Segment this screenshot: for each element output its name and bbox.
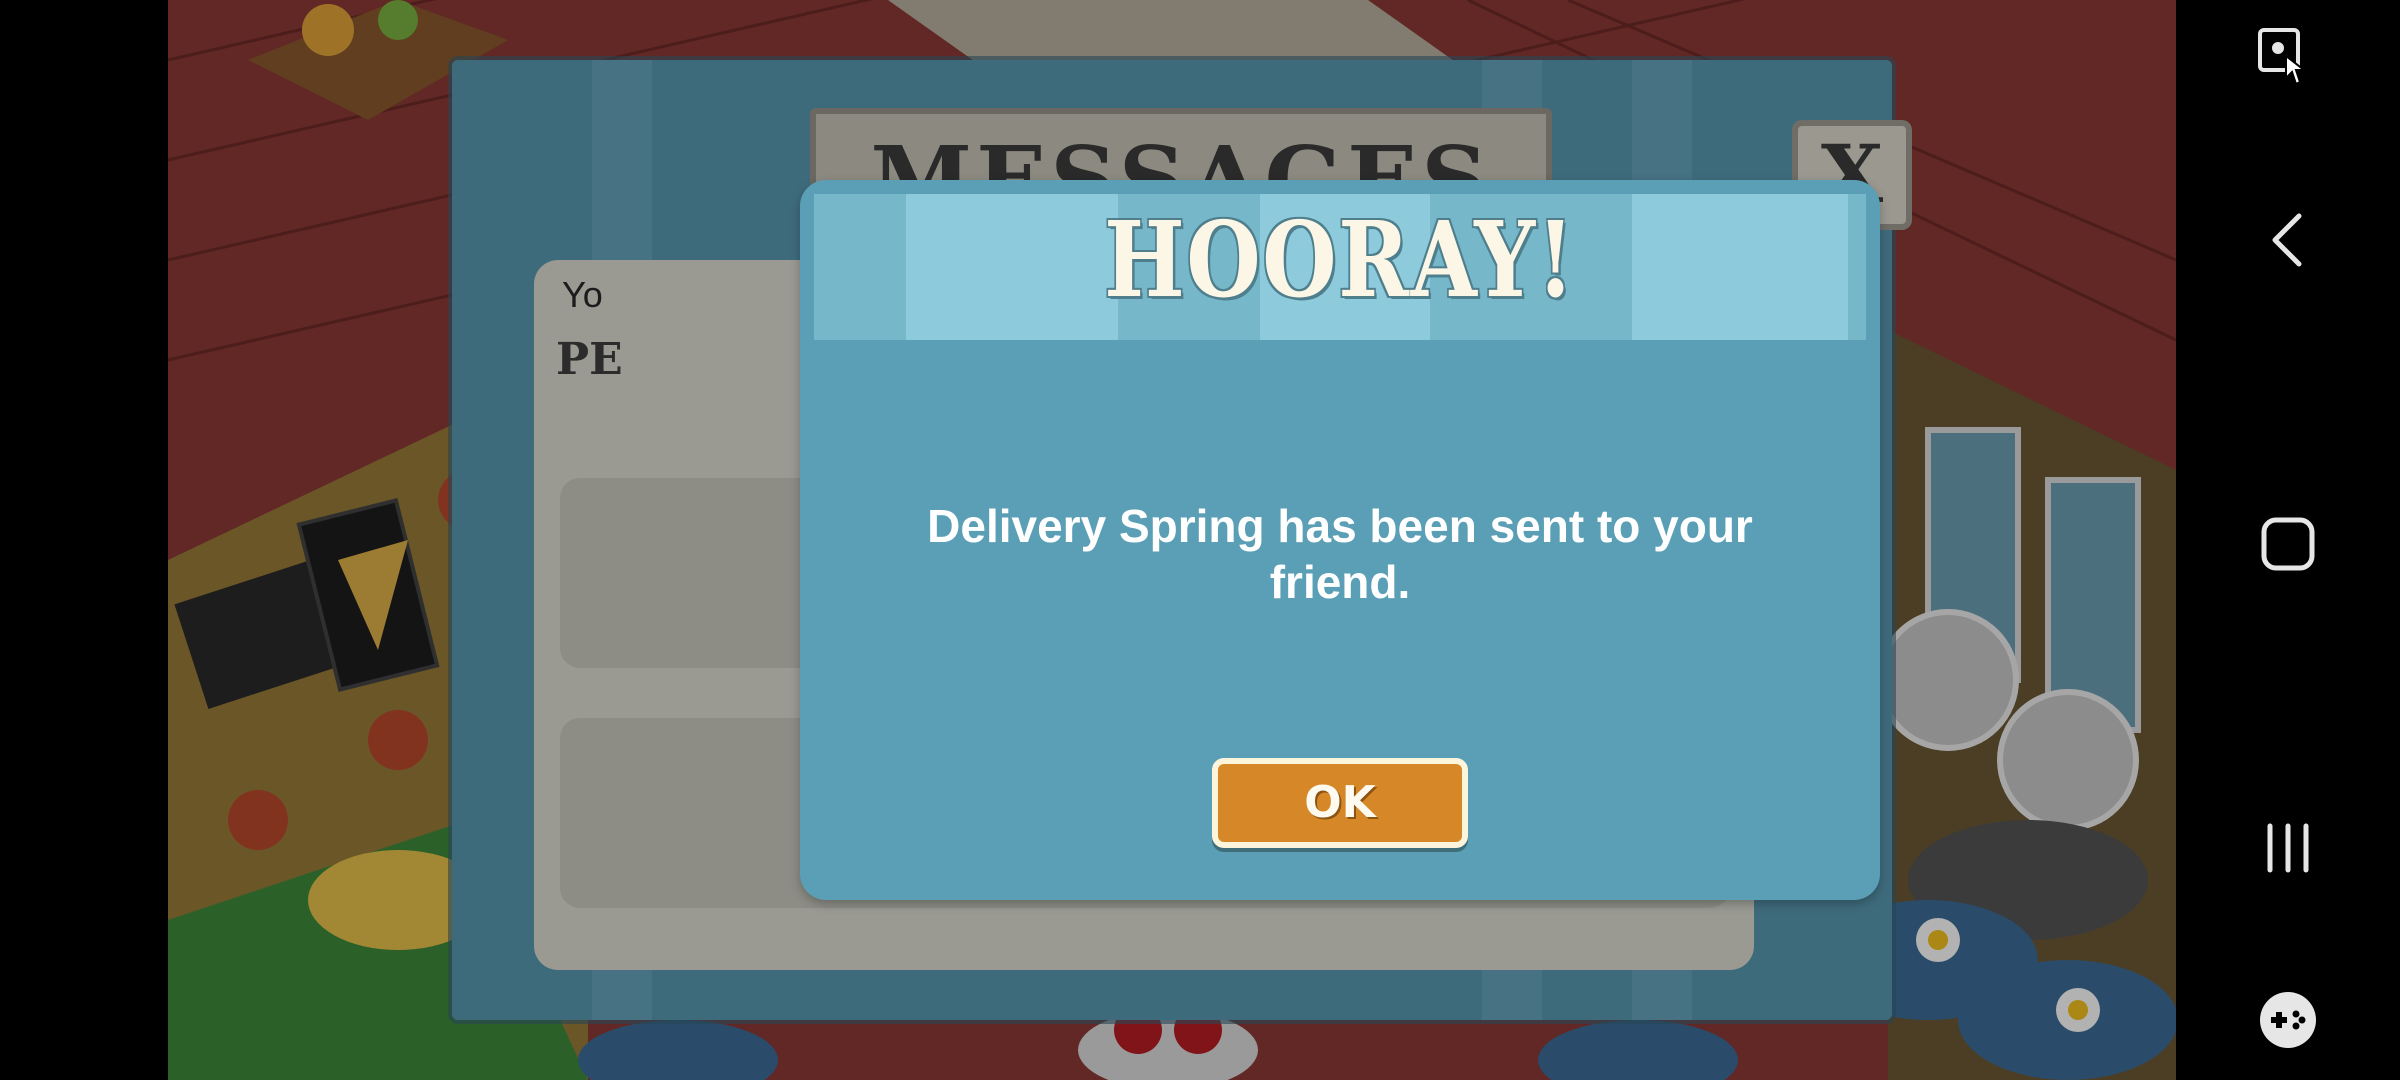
home-icon <box>2261 517 2315 571</box>
back-icon <box>2272 213 2302 267</box>
gamepad-icon <box>2260 992 2316 1048</box>
game-launcher-button[interactable] <box>2238 970 2338 1070</box>
dialog-title: HOORAY! <box>1104 198 1576 321</box>
back-button[interactable] <box>2238 190 2338 290</box>
screen: MESSAGES X Yo PE go CK go CK <box>0 0 2400 1080</box>
screen-lock-button[interactable] <box>2238 8 2338 108</box>
dialog-header: HOORAY! <box>814 194 1866 340</box>
ok-button[interactable]: OK <box>1212 758 1468 848</box>
hooray-dialog: HOORAY! Delivery Spring has been sent to… <box>800 180 1880 900</box>
recent-apps-button[interactable] <box>2238 798 2338 898</box>
ok-button-label: OK <box>1304 777 1376 828</box>
game-scene: MESSAGES X Yo PE go CK go CK <box>168 0 2176 1080</box>
touch-lock-icon <box>2258 28 2307 86</box>
messages-section-heading: PE <box>556 334 623 385</box>
dialog-message: Delivery Spring has been sent to your fr… <box>927 500 1753 608</box>
system-nav-bar <box>2176 0 2400 1080</box>
home-button[interactable] <box>2238 494 2338 594</box>
recent-apps-icon <box>2267 823 2309 873</box>
messages-intro-text: Yo <box>562 274 603 315</box>
